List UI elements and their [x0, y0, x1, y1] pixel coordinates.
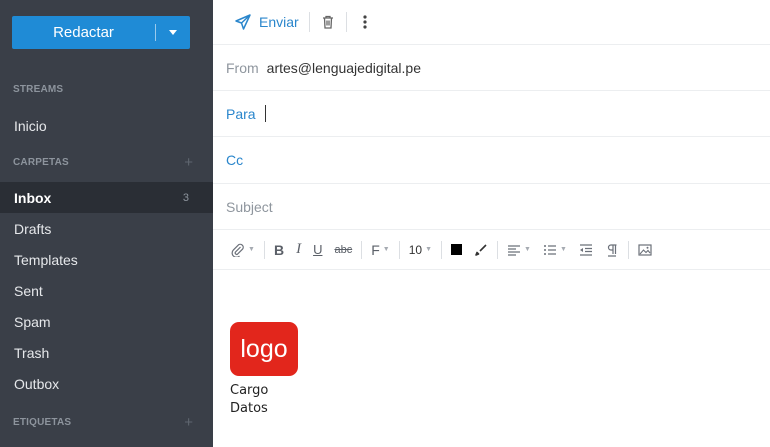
font-size-value: 10	[408, 242, 423, 257]
send-label: Enviar	[259, 14, 299, 30]
sidebar-item-label: Inicio	[14, 117, 47, 134]
compose-dropdown-icon[interactable]	[156, 30, 190, 35]
section-label-tags: ETIQUETAS	[13, 417, 72, 428]
font-size-select[interactable]: 10 ▼	[403, 238, 438, 262]
outdent-button[interactable]	[573, 238, 599, 262]
font-family-button[interactable]: F ▼	[365, 238, 396, 262]
subject-input[interactable]	[226, 198, 526, 215]
compose-label: Redactar	[53, 24, 114, 41]
align-button[interactable]: ▼	[501, 238, 537, 262]
sidebar-item-spam[interactable]: Spam	[0, 306, 213, 337]
sidebar-item-label: Outbox	[14, 375, 60, 392]
compose-button[interactable]: Redactar	[12, 16, 190, 49]
format-separator	[361, 240, 363, 259]
underline-button[interactable]: U	[307, 238, 328, 262]
chevron-down-icon: ▼	[382, 246, 390, 253]
sidebar: Redactar STREAMS Inicio CARPETAS + Inbox…	[0, 0, 213, 447]
chevron-down-icon: ▼	[524, 246, 531, 253]
subject-row[interactable]	[213, 183, 770, 229]
font-icon: F	[371, 241, 380, 258]
align-left-icon	[508, 244, 520, 256]
format-separator	[263, 240, 265, 259]
list-button[interactable]: ▼	[537, 238, 573, 262]
from-value[interactable]: artes@lenguajedigital.pe	[267, 60, 421, 76]
section-label-streams: STREAMS	[13, 84, 64, 95]
from-row: From artes@lenguajedigital.pe	[213, 44, 770, 90]
signature-line-cargo: Cargo	[230, 383, 269, 398]
toolbar-separator	[345, 12, 347, 32]
paper-plane-icon	[235, 14, 251, 30]
format-separator	[497, 240, 498, 259]
add-tag-icon[interactable]: +	[184, 415, 193, 430]
sidebar-item-label: Inbox	[14, 189, 52, 206]
chevron-down-icon: ▼	[248, 246, 255, 253]
format-toolbar: ▼ B I U abc F ▼ 10 ▼ ▼ ▼	[213, 229, 770, 270]
highlight-button[interactable]	[468, 238, 494, 262]
section-label-folders: CARPETAS	[13, 157, 69, 168]
outdent-icon	[579, 243, 592, 256]
strikethrough-button[interactable]: abc	[328, 238, 358, 262]
text-color-button[interactable]	[445, 238, 468, 262]
cc-label[interactable]: Cc	[226, 152, 243, 168]
to-label[interactable]: Para	[226, 106, 256, 122]
sidebar-item-inicio[interactable]: Inicio	[0, 110, 213, 141]
bullet-list-icon	[543, 244, 556, 255]
image-icon	[638, 243, 652, 256]
sidebar-item-templates[interactable]: Templates	[0, 244, 213, 275]
more-options-icon[interactable]	[357, 14, 373, 30]
paragraph-button[interactable]	[599, 238, 625, 262]
chevron-down-icon: ▼	[425, 246, 432, 253]
add-folder-icon[interactable]: +	[184, 155, 193, 170]
sidebar-item-label: Sent	[14, 282, 43, 299]
text-color-swatch	[451, 244, 462, 255]
sidebar-item-inbox[interactable]: Inbox 3	[0, 182, 213, 213]
paperclip-icon	[231, 243, 244, 257]
format-separator	[398, 240, 400, 259]
signature-logo: logo	[230, 322, 298, 376]
insert-image-button[interactable]	[632, 238, 658, 262]
sidebar-item-label: Trash	[14, 344, 50, 361]
send-button[interactable]: Enviar	[235, 14, 299, 30]
unread-count-badge: 3	[182, 191, 189, 204]
cc-row[interactable]: Cc	[213, 136, 770, 182]
sidebar-item-sent[interactable]: Sent	[0, 275, 213, 306]
bold-button[interactable]: B	[268, 238, 290, 262]
message-body-editor[interactable]: logo Cargo Datos	[213, 270, 770, 447]
signature-line-datos: Datos	[230, 401, 268, 416]
pilcrow-icon	[607, 243, 617, 257]
chevron-down-icon: ▼	[559, 246, 567, 253]
compose-panel: Enviar From artes@lenguajedigital.pe Par…	[213, 0, 770, 447]
compose-toolbar: Enviar	[213, 0, 770, 44]
trash-icon[interactable]	[320, 14, 336, 30]
to-row[interactable]: Para	[213, 90, 770, 136]
attach-button[interactable]: ▼	[225, 238, 261, 262]
format-separator	[441, 240, 442, 259]
italic-button[interactable]: I	[290, 238, 307, 262]
text-cursor	[264, 105, 266, 122]
from-label: From	[226, 59, 259, 76]
sidebar-item-drafts[interactable]: Drafts	[0, 213, 213, 244]
sidebar-item-label: Drafts	[14, 220, 52, 237]
toolbar-separator	[308, 12, 310, 32]
format-separator	[627, 240, 629, 259]
sidebar-item-outbox[interactable]: Outbox	[0, 368, 213, 399]
sidebar-item-trash[interactable]: Trash	[0, 337, 213, 368]
sidebar-item-label: Templates	[14, 251, 78, 268]
sidebar-item-label: Spam	[14, 313, 51, 330]
brush-icon	[475, 243, 487, 256]
